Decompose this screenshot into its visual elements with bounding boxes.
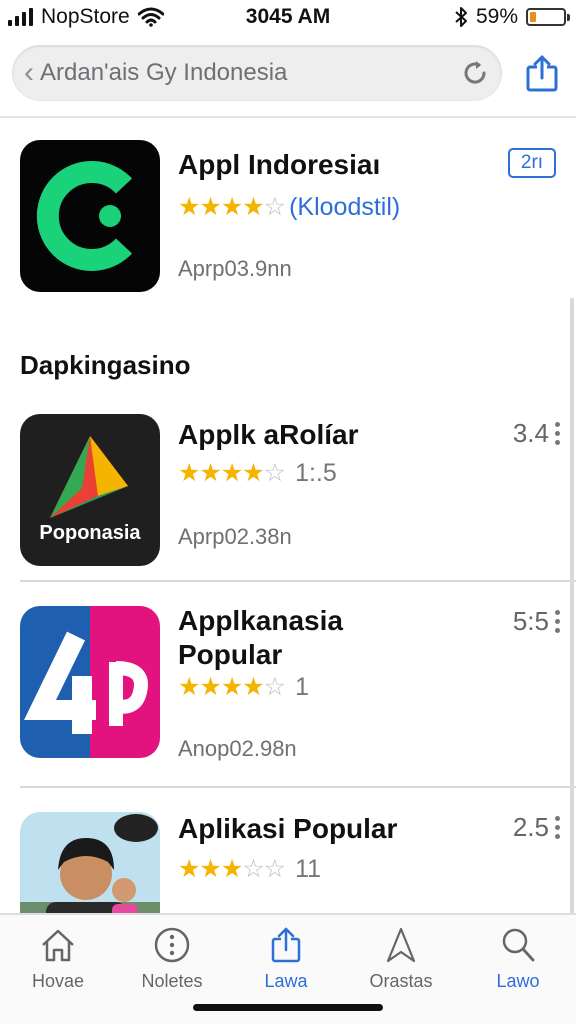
app-score[interactable]: 3.4 xyxy=(513,418,560,449)
search-query[interactable]: Ardan'ais Gy Indonesia xyxy=(40,59,460,87)
tab-label: Hovae xyxy=(31,971,85,991)
search-field[interactable]: ‹ Ardan'ais Gy Indonesia xyxy=(12,45,502,101)
featured-app-size: Aprp03.9nn xyxy=(178,256,292,281)
featured-app-rating-text[interactable]: (Kloodstil) xyxy=(289,193,400,221)
app-rating: ★★★★☆ 1:.5 xyxy=(178,459,337,487)
tab-home[interactable]: Hovae xyxy=(8,925,108,992)
app-rating: ★★★★☆ 1 xyxy=(178,673,309,701)
app-title-line-2[interactable]: Popular xyxy=(178,638,282,672)
app-list[interactable]: Appl Indoresiaı ★★★★☆ (Kloodstil) Aprp03.… xyxy=(0,118,576,913)
battery-icon xyxy=(526,8,570,26)
app-icon-caption: Poponasia xyxy=(39,522,141,544)
app-score-value: 3.4 xyxy=(512,418,549,448)
list-item[interactable]: Poponasia Applk aRolíar ★★★★☆ 1:.5 Aprp02… xyxy=(0,412,576,582)
tab-label: Lawo xyxy=(496,971,540,991)
compass-icon xyxy=(386,927,416,963)
featured-app-row[interactable]: Appl Indoresiaı ★★★★☆ (Kloodstil) Aprp03.… xyxy=(0,118,576,318)
app-score-value: 2.5 xyxy=(512,812,549,842)
app-title[interactable]: Applk aRolíar xyxy=(178,418,358,452)
tab-search[interactable]: Lawo xyxy=(468,925,568,992)
row-divider xyxy=(20,580,576,582)
info-icon xyxy=(154,927,190,963)
tab-label: Orastas xyxy=(369,971,433,991)
more-icon[interactable] xyxy=(555,422,560,445)
featured-app-get-button[interactable]: 2rı xyxy=(508,148,556,178)
share-icon[interactable] xyxy=(524,54,560,92)
signal-icon xyxy=(8,8,33,26)
tab-label: Noletes xyxy=(141,971,203,991)
battery-level xyxy=(530,12,537,22)
app-rating-count: 11 xyxy=(295,855,322,883)
wifi-icon xyxy=(137,7,164,27)
more-icon[interactable] xyxy=(555,610,560,633)
app-size: Anop02.98n xyxy=(178,736,297,761)
featured-app-rating: ★★★★☆ (Kloodstil) xyxy=(178,193,401,221)
tab-lawa[interactable]: Lawa xyxy=(236,925,336,992)
search-icon xyxy=(502,928,535,962)
tab-label: Lawa xyxy=(264,971,308,991)
more-icon[interactable] xyxy=(555,816,560,839)
chevron-left-icon[interactable]: ‹ xyxy=(24,58,34,88)
app-icon[interactable]: Poponasia xyxy=(20,414,160,566)
carrier-name: NopStore xyxy=(41,5,130,28)
app-score-value: 5:5 xyxy=(512,606,549,636)
home-indicator[interactable] xyxy=(193,1004,383,1011)
reload-icon[interactable] xyxy=(460,58,490,88)
featured-app-icon[interactable] xyxy=(20,140,160,292)
app-rating-count: 1 xyxy=(295,673,309,701)
featured-app-title[interactable]: Appl Indoresiaı xyxy=(178,148,380,182)
app-size: Aprp02.38n xyxy=(178,524,292,549)
status-bar: NopStore 3045 AM 59% xyxy=(0,0,576,34)
app-score[interactable]: 5:5 xyxy=(513,606,560,637)
tab-noletes[interactable]: Noletes xyxy=(122,925,222,992)
bluetooth-icon xyxy=(455,7,467,27)
app-icon[interactable] xyxy=(20,606,160,758)
app-score[interactable]: 2.5 xyxy=(513,812,560,843)
tab-orastas[interactable]: Orastas xyxy=(351,925,451,992)
app-rating-count: 1:.5 xyxy=(295,459,337,487)
app-title-line-1[interactable]: Applkanasia xyxy=(178,604,343,638)
app-title[interactable]: Aplikasi Popular xyxy=(178,812,397,846)
row-divider xyxy=(20,786,576,788)
search-row: ‹ Ardan'ais Gy Indonesia xyxy=(0,38,576,108)
list-item[interactable]: Applkanasia Popular ★★★★☆ 1 Anop02.98n 5:… xyxy=(0,604,576,784)
section-title: Dapkingasino xyxy=(20,350,191,380)
list-item[interactable]: Aplikasi Popular ★★★☆☆ 11 2.5 xyxy=(0,810,576,913)
share-icon xyxy=(271,927,301,963)
battery-percent: 59% xyxy=(475,5,518,28)
app-rating: ★★★☆☆ 11 xyxy=(178,855,322,883)
home-icon xyxy=(42,929,74,962)
app-icon[interactable] xyxy=(20,812,160,913)
